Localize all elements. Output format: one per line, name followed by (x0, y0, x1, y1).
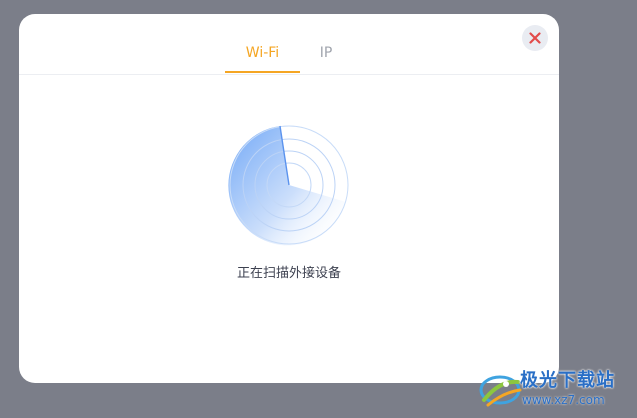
watermark-title: 极光下载站 (520, 370, 615, 391)
tab-wifi-label: Wi-Fi (245, 45, 280, 61)
tab-wifi[interactable]: Wi-Fi (225, 42, 300, 73)
scan-status-text: 正在扫描外接设备 (236, 266, 341, 281)
active-tab-indicator (225, 71, 300, 73)
radar-scan-icon (228, 125, 349, 246)
tab-ip-label: IP (319, 45, 333, 61)
tab-bar: Wi-Fi IP (19, 42, 559, 75)
device-scan-dialog: Wi-Fi IP 正在扫描外接设备 (19, 14, 559, 383)
watermark-url: www.xz7.com (522, 393, 605, 407)
tab-ip[interactable]: IP (309, 42, 343, 73)
